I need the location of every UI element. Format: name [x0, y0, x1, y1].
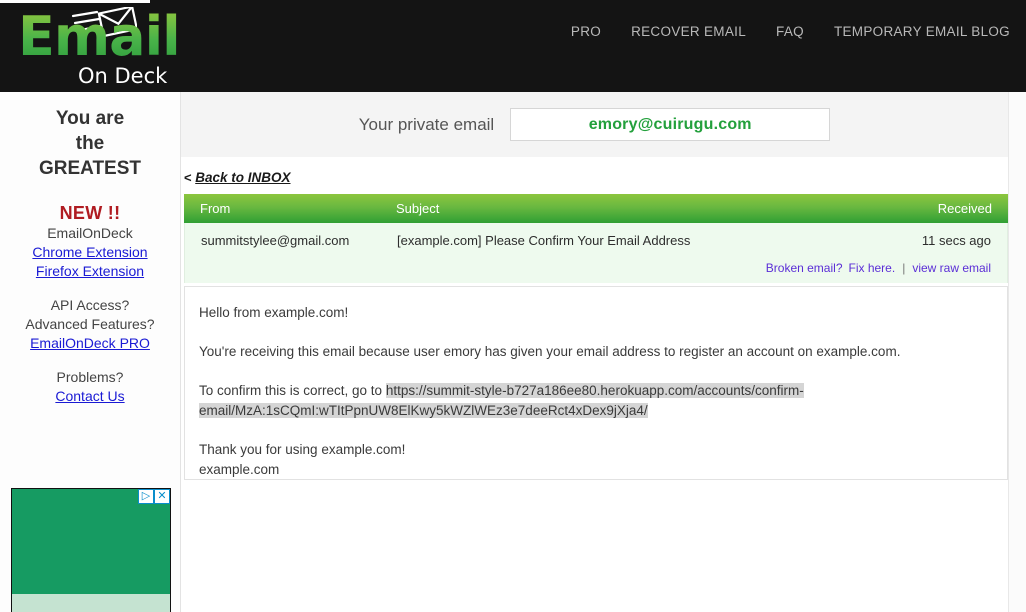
greatest-line-1: You are	[55, 108, 125, 129]
site-logo[interactable]: Email On Deck	[18, 5, 181, 88]
body-thanks: Thank you for using example.com!	[199, 442, 406, 457]
column-header-received: Received	[937, 201, 992, 216]
column-header-subject: Subject	[396, 201, 440, 216]
message-table: From Subject Received summitstylee@gmail…	[184, 194, 1008, 283]
body-greeting: Hello from example.com!	[199, 305, 349, 320]
logo-text-email: Email	[18, 5, 181, 68]
sidebar: You are the GREATEST NEW !! EmailOnDeck …	[0, 92, 181, 612]
view-raw-email-link[interactable]: view raw email	[912, 261, 991, 275]
logo-text-ondeck: On Deck	[78, 64, 168, 88]
private-email-box[interactable]: emory@cuirugu.com	[510, 108, 831, 141]
message-from: summitstylee@gmail.com	[201, 232, 350, 248]
message-table-header: From Subject Received	[184, 194, 1008, 223]
right-gutter	[1008, 92, 1026, 612]
back-to-inbox-row: < Back to INBOX	[184, 170, 291, 185]
ad-controls: ▷ ✕	[138, 489, 170, 504]
page-root: Email On Deck PRO RECOVER EMAIL FAQ TEMP…	[0, 0, 1026, 612]
body-signature: example.com	[199, 462, 280, 477]
ad-close-icon[interactable]: ✕	[154, 489, 170, 504]
sidebar-link-firefox-extension[interactable]: Firefox Extension	[0, 262, 180, 281]
sidebar-advertisement[interactable]: ▷ ✕	[11, 488, 171, 612]
message-subject: [example.com] Please Confirm Your Email …	[397, 232, 691, 248]
action-separator: |	[902, 261, 906, 275]
sidebar-link-emailondeck-pro[interactable]: EmailOnDeck PRO	[0, 334, 180, 353]
sidebar-problems-label: Problems?	[56, 369, 124, 385]
ad-lower-band	[12, 594, 170, 612]
ad-info-icon[interactable]: ▷	[138, 489, 154, 504]
sidebar-advanced-features-label: Advanced Features?	[25, 316, 155, 332]
nav-faq[interactable]: FAQ	[776, 24, 804, 39]
message-row-actions: Broken email? Fix here. | view raw email	[185, 253, 1007, 283]
main-navigation: PRO RECOVER EMAIL FAQ TEMPORARY EMAIL BL…	[571, 24, 1010, 39]
body-confirm-paragraph: To confirm this is correct, go to https:…	[199, 381, 993, 421]
nav-pro[interactable]: PRO	[571, 24, 601, 39]
fix-here-link[interactable]: Fix here.	[849, 261, 896, 275]
nav-recover-email[interactable]: RECOVER EMAIL	[631, 24, 746, 39]
sidebar-brand-line: EmailOnDeck	[47, 225, 133, 241]
table-row[interactable]: summitstylee@gmail.com [example.com] Ple…	[184, 223, 1008, 283]
column-header-from: From	[200, 201, 231, 216]
greatest-line-2: the	[75, 133, 105, 154]
site-header: Email On Deck PRO RECOVER EMAIL FAQ TEMP…	[0, 0, 1026, 92]
body-paragraph-2: You're receiving this email because user…	[199, 344, 901, 359]
message-received: 11 secs ago	[921, 232, 991, 248]
main-content: Your private email emory@cuirugu.com < B…	[181, 92, 1026, 612]
body-confirm-prefix: To confirm this is correct, go to	[199, 383, 386, 398]
message-row-summary[interactable]: summitstylee@gmail.com [example.com] Ple…	[185, 223, 1007, 253]
nav-temporary-email-blog[interactable]: TEMPORARY EMAIL BLOG	[834, 24, 1010, 39]
greatest-line-3: GREATEST	[38, 158, 142, 179]
message-body-panel: Hello from example.com! You're receiving…	[184, 286, 1008, 480]
sidebar-new-badge: NEW !!	[59, 203, 121, 223]
broken-email-label[interactable]: Broken email?	[766, 261, 843, 275]
back-chevron-icon: <	[184, 170, 192, 185]
private-email-label: Your private email	[358, 114, 495, 134]
top-white-sliver	[0, 0, 150, 3]
private-email-bar: Your private email emory@cuirugu.com	[181, 92, 1008, 157]
sidebar-api-access-label: API Access?	[50, 297, 130, 313]
sidebar-greatest-heading: You are the GREATEST	[0, 106, 180, 181]
sidebar-link-contact-us[interactable]: Contact Us	[0, 387, 180, 406]
private-email-address: emory@cuirugu.com	[588, 115, 752, 133]
sidebar-link-chrome-extension[interactable]: Chrome Extension	[0, 243, 180, 262]
back-to-inbox-link[interactable]: Back to INBOX	[195, 170, 290, 185]
